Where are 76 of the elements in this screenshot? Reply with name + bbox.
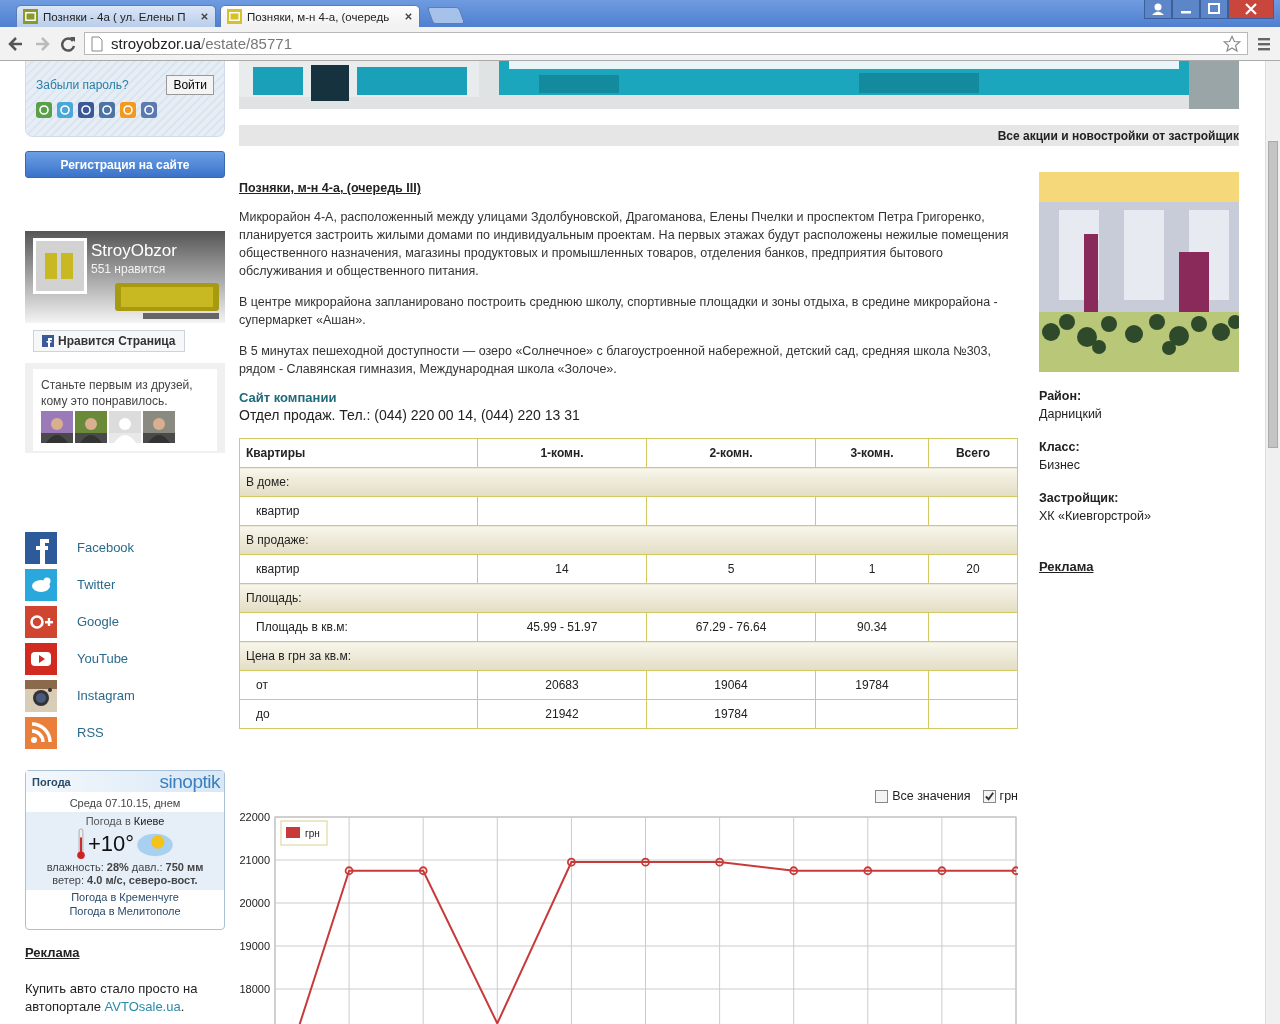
browser-tab[interactable]: Позняки - 4а ( ул. Елены П [16,5,216,27]
section-row: Цена в грн за кв.м: [239,641,1018,671]
checkbox-label[interactable]: грн [999,789,1018,803]
table-cell: 1 [815,554,929,584]
temperature: +10° [87,831,135,857]
detail-value: Бизнес [1039,457,1082,474]
page-name[interactable]: StroyObzor [91,241,177,261]
detail-value: Дарницкий [1039,406,1103,423]
description-paragraph: Микрорайон 4-А, расположенный между улицами Здолбуновской, Драгоманова, Елены Пчелки и проспектом Петра Григоренко, планируется застроить жилыми домами по индивидуальным проектам. На первых этажах будут расположены нежилые помещения общественного назначения, магазины продуктовых и промышленных товаров, отделения банков, предприятия бытового обслуживания и общественного питания. [239,209,1010,280]
friends-text: Станьте первым из друзей, кому это понравилось. [41,377,194,409]
like-count: 551 нравится [91,262,166,276]
description-paragraph: В центре микрорайона запланировано построить среднюю школу, спортивные площадки и зоны отдыха, в средине микрорайона - супермаркет «Ашан». [239,294,999,329]
weather-date: Среда 07.10.15, днем [68,796,182,811]
login-button[interactable]: Войти [166,75,214,95]
table-cell: 19784 [646,699,816,729]
description-paragraph: В 5 минутах пешеходной доступности — озеро «Солнечное» с благоустроенной набережной, детский сад, средняя школа №303, рядом - Славянская гимназия, Международная школа «Золоче». [239,343,992,378]
sales-phone: Отдел продаж. Тел.: (044) 220 00 14, (044) 220 13 31 [239,407,581,423]
table-cell: 90.34 [815,612,929,642]
detail-label: Район: [1039,388,1083,405]
column-header: Квартиры [239,438,478,468]
table-cell: 14 [477,554,647,584]
like-page-button[interactable]: Нравится Страница [33,330,185,352]
register-button[interactable]: Регистрация на сайте [25,151,225,178]
column-header: Всего [928,438,1018,468]
ad-heading[interactable]: Реклама [25,945,225,960]
city-name: Киеве [133,815,165,827]
ad-text: Купить авто стало просто на автопортале AVTOsale.ua. [25,980,199,1016]
table-cell: 20 [928,554,1018,584]
weather-title: Погода [32,775,71,788]
social-link[interactable]: Facebook [77,540,135,555]
table-cell: квартир [239,554,478,584]
section-row: В продаже: [239,525,1018,555]
column-header: 1-комн. [477,438,647,468]
legend-label: грн [305,828,320,839]
y-axis-label: 22000 [239,811,270,823]
detail-label: Класс: [1039,439,1081,456]
y-axis-label: 19000 [239,940,270,952]
table-cell: от [239,670,478,700]
browser-tab[interactable]: Позняки, м-н 4-а, (очередь [220,5,420,27]
social-link[interactable]: RSS [77,725,104,740]
table-cell: 19064 [646,670,816,700]
detail-value: ХК «Киевгорстрой» [1039,508,1152,525]
y-axis-label: 21000 [239,854,270,866]
table-cell: до [239,699,478,729]
ad-heading[interactable]: Реклама [1039,559,1239,574]
checkbox-label[interactable]: Все значения [892,789,971,803]
column-header: 2-комн. [646,438,816,468]
section-row: В доме: [239,467,1018,497]
weather-link[interactable]: Погода в Кременчуге [26,891,224,904]
y-axis-label: 18000 [239,983,270,995]
weather-link[interactable]: Погода в Мелитополе [26,905,224,918]
social-link[interactable]: YouTube [77,651,129,666]
company-site-link[interactable]: Сайт компании [239,390,1018,405]
address-field[interactable]: stroyobzor.ua/estate/85771 [84,32,1248,55]
table-cell: Площадь в кв.м: [239,612,478,642]
ticker-text[interactable]: Все акции и новостройки от застройщик [997,128,1239,143]
wind-info: ветер: 4.0 м/с, северо-вост. [51,874,199,887]
humidity-pressure: влажность: 28% давл.: 750 мм [45,861,205,874]
y-axis-label: 20000 [239,897,270,909]
social-link[interactable]: Google [77,614,119,629]
table-cell: 20683 [477,670,647,700]
table-cell: 67.29 - 76.64 [646,612,816,642]
section-row: Площадь: [239,583,1018,613]
table-cell: 45.99 - 51.97 [477,612,647,642]
page-title: Позняки, м-н 4-а, (очередь III) [239,181,422,195]
table-cell: 5 [646,554,816,584]
ad-link[interactable]: AVTOsale.ua [104,999,181,1014]
table-cell: 19784 [815,670,929,700]
social-link[interactable]: Instagram [77,688,135,703]
weather-label: Погода в [85,815,131,827]
social-link[interactable]: Twitter [77,577,116,592]
forgot-password-link[interactable]: Забыли пароль? [36,78,129,92]
column-header: 3-комн. [815,438,929,468]
detail-label: Застройщик: [1039,490,1120,507]
table-cell: квартир [239,496,478,526]
table-cell: 21942 [477,699,647,729]
